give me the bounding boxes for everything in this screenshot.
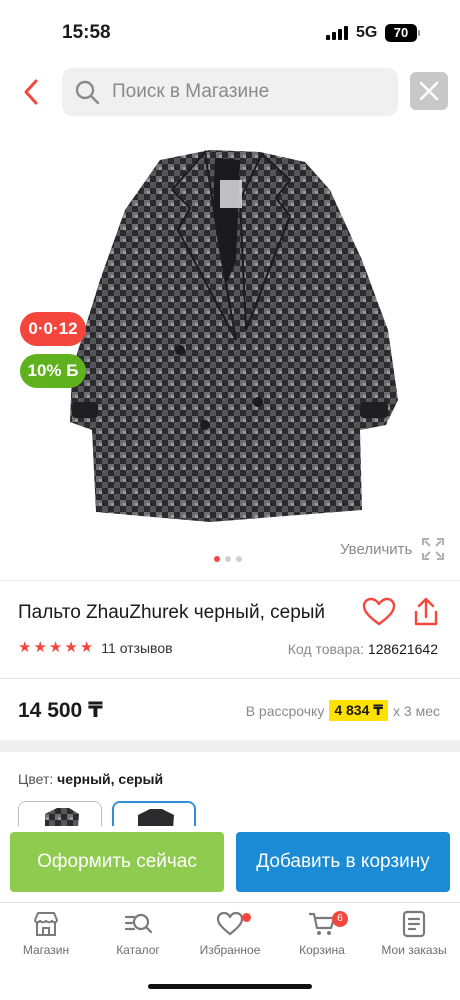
- catalog-search-icon: [124, 913, 153, 934]
- sku-label: Код товара:: [287, 641, 365, 657]
- notification-dot: [242, 913, 251, 922]
- nav-label: Избранное: [199, 943, 261, 957]
- star-icon: ★: [64, 639, 78, 656]
- divider: [0, 678, 460, 679]
- chevron-left-icon: [24, 79, 38, 105]
- nav-label: Корзина: [299, 943, 345, 957]
- home-indicator: [148, 984, 312, 989]
- installment-info[interactable]: В рассрочку 4 834 ₸ x 3 мес: [246, 700, 440, 721]
- nav-item-catalog[interactable]: Каталог: [92, 909, 184, 957]
- battery-tip: [418, 30, 420, 36]
- share-icon: [414, 597, 438, 626]
- expand-icon: [422, 538, 445, 560]
- color-value: черный, серый: [57, 771, 164, 787]
- nav-label: Магазин: [22, 943, 70, 957]
- star-icon: ★: [18, 639, 32, 656]
- status-bar: 15:58 5G 70: [0, 0, 460, 60]
- gallery-pagination: [214, 556, 242, 562]
- nav-item-favorites[interactable]: Избранное: [184, 909, 276, 957]
- installment-prefix: В рассрочку: [245, 702, 325, 719]
- status-time: 15:58: [62, 22, 111, 43]
- product-rating[interactable]: ★ ★ ★ ★ ★ 11 отзывов: [18, 639, 173, 657]
- installment-suffix: x 3 мес: [393, 702, 440, 719]
- cashback-badge: 10% Б: [20, 354, 86, 388]
- star-icon: ★: [79, 639, 94, 656]
- search-input[interactable]: [112, 81, 372, 103]
- nav-label: Каталог: [116, 943, 160, 957]
- nav-item-cart[interactable]: 6 Корзина: [276, 909, 368, 957]
- divider: [0, 580, 460, 581]
- buy-now-button[interactable]: Оформить сейчас: [10, 832, 224, 892]
- star-icon: ★: [48, 639, 63, 656]
- section-divider: [0, 740, 460, 752]
- color-label-prefix: Цвет:: [18, 771, 54, 787]
- close-button[interactable]: [410, 72, 448, 110]
- heart-icon: [216, 911, 244, 936]
- nav-item-orders[interactable]: Мои заказы: [368, 909, 460, 957]
- add-to-cart-button[interactable]: Добавить в корзину: [236, 832, 450, 892]
- nav-label: Мои заказы: [381, 943, 447, 957]
- color-label: Цвет: черный, серый: [18, 771, 163, 787]
- pagination-dot: [236, 556, 242, 562]
- reviews-link[interactable]: 11 отзывов: [101, 640, 172, 656]
- search-bar-row: [0, 66, 460, 118]
- timer-badge: 0·0·12: [20, 312, 86, 346]
- cart-count-badge: 6: [332, 911, 348, 927]
- search-box[interactable]: [62, 68, 398, 116]
- search-icon: [75, 80, 100, 105]
- installment-amount: 4 834 ₸: [329, 700, 389, 721]
- store-icon: [34, 912, 58, 936]
- product-gallery[interactable]: 0·0·12 10% Б Увеличить: [0, 130, 460, 570]
- product-sku: Код товара: 128621642: [288, 641, 438, 657]
- back-button[interactable]: [18, 78, 46, 106]
- favorite-button[interactable]: [362, 597, 396, 632]
- battery-icon: 70: [385, 24, 417, 42]
- pagination-dot: [214, 556, 220, 562]
- signal-icon: [326, 26, 348, 40]
- product-title: Пальто ZhauZhurek черный, серый: [18, 602, 326, 623]
- sku-value: 128621642: [367, 641, 438, 657]
- zoom-label: Увеличить: [340, 540, 413, 558]
- pagination-dot: [225, 556, 231, 562]
- zoom-button[interactable]: Увеличить: [340, 538, 445, 560]
- share-button[interactable]: [412, 597, 440, 632]
- close-icon: [419, 81, 439, 101]
- orders-icon: [402, 910, 426, 938]
- nav-item-store[interactable]: Магазин: [0, 909, 92, 957]
- star-icon: ★: [33, 639, 47, 656]
- product-price: 14 500 ₸: [18, 699, 103, 722]
- network-type: 5G: [356, 24, 378, 41]
- heart-icon: [362, 597, 396, 626]
- purchase-actions: Оформить сейчас Добавить в корзину: [0, 826, 460, 902]
